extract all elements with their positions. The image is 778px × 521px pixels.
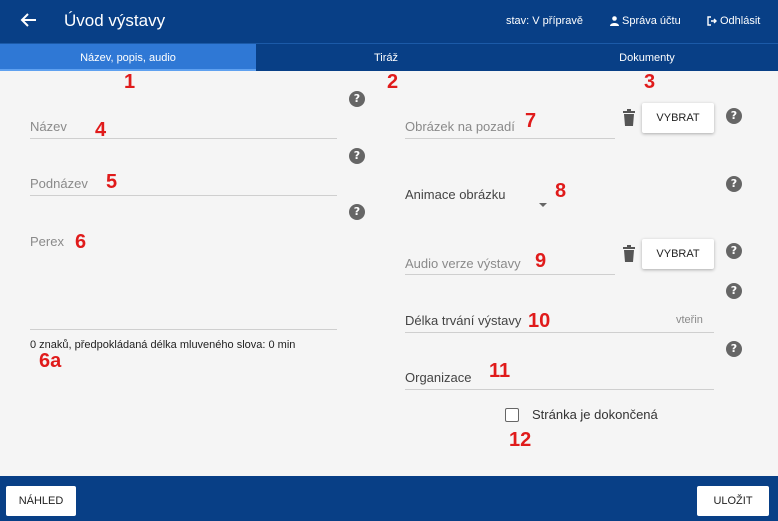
marker-7: 7 (525, 110, 537, 132)
top-bar: Úvod výstavy stav: V přípravě Správa účt… (0, 0, 778, 43)
choose-background-image-button[interactable]: VYBRAT (642, 103, 714, 133)
help-icon[interactable]: ? (726, 243, 742, 259)
duration-unit: vteřin (676, 314, 703, 326)
help-icon[interactable]: ? (349, 204, 365, 220)
help-icon[interactable]: ? (726, 176, 742, 192)
account-link[interactable]: Správa účtu (610, 15, 681, 27)
background-image-underline (405, 138, 615, 139)
help-icon[interactable]: ? (349, 91, 365, 107)
trash-icon[interactable] (621, 245, 637, 263)
logout-link[interactable]: Odhlásit (707, 15, 760, 27)
tab-documents[interactable]: Dokumenty (516, 44, 778, 71)
tab-bar: Název, popis, audio Tiráž Dokumenty (0, 43, 778, 71)
logout-link-label: Odhlásit (720, 15, 761, 27)
marker-8: 8 (555, 180, 567, 202)
audio-version-underline (405, 274, 615, 275)
page-completed-checkbox[interactable] (505, 408, 519, 422)
marker-12: 12 (509, 429, 532, 451)
duration-underline (405, 332, 714, 333)
chevron-down-icon[interactable] (539, 203, 547, 207)
background-image-field[interactable]: Obrázek na pozadí (405, 119, 515, 134)
status-text: stav: V přípravě (506, 15, 584, 27)
logout-icon (707, 16, 717, 26)
help-icon[interactable]: ? (726, 341, 742, 357)
marker-5: 5 (106, 171, 118, 193)
trash-icon[interactable] (621, 109, 637, 127)
subtitle-field[interactable]: Podnázev (30, 176, 88, 191)
page-completed-label[interactable]: Stránka je dokončená (532, 407, 658, 422)
perex-field[interactable]: Perex (30, 234, 64, 249)
marker-6a: 6a (39, 350, 62, 372)
marker-10: 10 (528, 310, 551, 332)
tab-credits[interactable]: Tiráž (256, 44, 516, 71)
marker-1: 1 (124, 71, 136, 93)
help-icon[interactable]: ? (726, 283, 742, 299)
back-arrow-icon[interactable] (18, 9, 40, 31)
bottom-bar: NÁHLED ULOŽIT (0, 476, 778, 521)
account-link-label: Správa účtu (622, 15, 681, 27)
name-field-underline (30, 138, 337, 139)
tab-name-description-audio[interactable]: Název, popis, audio (0, 44, 256, 71)
perex-field-underline (30, 329, 337, 330)
organization-underline (405, 389, 714, 390)
user-icon (610, 16, 619, 26)
save-button[interactable]: ULOŽIT (697, 486, 769, 516)
page-title: Úvod výstavy (64, 11, 166, 30)
duration-field[interactable]: Délka trvání výstavy (405, 313, 521, 328)
marker-11: 11 (489, 360, 511, 382)
audio-version-field[interactable]: Audio verze výstavy (405, 256, 521, 271)
help-icon[interactable]: ? (349, 148, 365, 164)
character-counter: 0 znaků, předpokládaná délka mluveného s… (30, 339, 296, 351)
preview-button[interactable]: NÁHLED (6, 486, 76, 516)
name-field[interactable]: Název (30, 119, 67, 134)
marker-9: 9 (535, 250, 547, 272)
marker-2: 2 (387, 71, 399, 93)
marker-3: 3 (644, 71, 656, 93)
organization-field[interactable]: Organizace (405, 370, 471, 385)
marker-6: 6 (75, 231, 87, 253)
image-animation-select[interactable]: Animace obrázku (405, 187, 505, 202)
choose-audio-button[interactable]: VYBRAT (642, 239, 714, 269)
subtitle-field-underline (30, 195, 337, 196)
help-icon[interactable]: ? (726, 108, 742, 124)
